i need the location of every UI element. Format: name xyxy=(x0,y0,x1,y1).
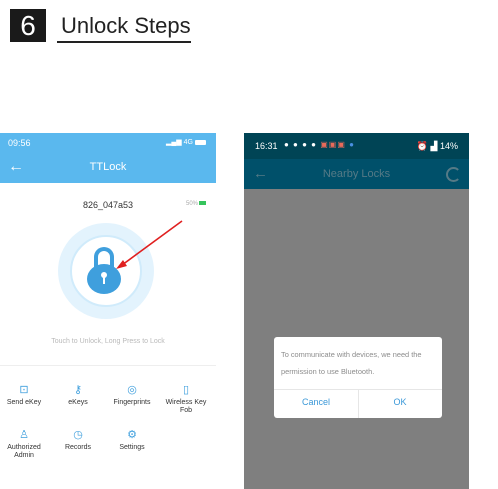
menu-label: Send eKey xyxy=(6,399,42,406)
dialog-message: To communicate with devices, we need the… xyxy=(281,350,422,376)
menu-authorized-admin[interactable]: ♙ Authorized Admin xyxy=(0,429,51,460)
step-title: Unlock Steps xyxy=(61,13,191,38)
unlock-hint: Touch to Unlock, Long Press to Lock xyxy=(51,338,165,345)
bluetooth-permission-dialog: To communicate with devices, we need the… xyxy=(274,337,442,418)
menu-label: Fingerprints xyxy=(113,399,151,406)
key-fob-icon: ▯ xyxy=(182,384,190,396)
authorized-admin-icon: ♙ xyxy=(19,429,29,441)
signal-icon: ▟ xyxy=(430,141,438,151)
status-bar: 16:31 ● ● ● ● ▣▣▣ ● ⏰ ▟ 14% xyxy=(244,133,469,159)
fingerprint-icon: ◎ xyxy=(127,384,137,396)
menu-records[interactable]: ◷ Records xyxy=(51,429,105,452)
menu-fingerprints[interactable]: ◎ Fingerprints xyxy=(105,384,159,407)
title-underline xyxy=(57,41,191,43)
send-ekey-icon: ⊡ xyxy=(19,384,29,396)
menu-ekeys[interactable]: ⚷ eKeys xyxy=(51,384,105,407)
menu-wireless-key-fob[interactable]: ▯ Wireless Key Fob xyxy=(159,384,213,415)
menu-label: eKeys xyxy=(68,399,88,406)
ok-button[interactable]: OK xyxy=(358,397,442,407)
status-battery: 14% xyxy=(439,141,458,151)
notification-icons: ● ● ● ● ▣▣▣ ● xyxy=(284,140,355,149)
records-icon: ◷ xyxy=(73,429,83,441)
menu-label: Authorized Admin xyxy=(7,444,41,459)
nav-bar: ← Nearby Locks xyxy=(244,159,469,189)
status-right: ⏰ ▟ 14% xyxy=(417,141,458,152)
menu-send-ekey[interactable]: ⊡ Send eKey xyxy=(0,384,51,407)
status-time: 16:31 xyxy=(255,141,278,151)
settings-icon: ⚙ xyxy=(127,429,137,441)
loading-spinner-icon xyxy=(446,167,461,182)
alarm-icon: ⏰ xyxy=(416,141,429,151)
nearby-locks-screen: 16:31 ● ● ● ● ▣▣▣ ● ⏰ ▟ 14% ← Nearby Loc… xyxy=(244,133,469,489)
menu-label: Wireless Key Fob xyxy=(165,399,207,414)
ttlock-app-screen: 09:56 ▂▄▆ 4G ← TTLock 826_047a53 50% Tou… xyxy=(0,133,216,489)
cancel-button[interactable]: Cancel xyxy=(274,397,358,407)
menu-label: Records xyxy=(64,444,92,451)
nav-title: Nearby Locks xyxy=(322,168,391,180)
step-number-badge: 6 xyxy=(10,9,46,42)
menu-label: Settings xyxy=(119,444,145,451)
menu-settings[interactable]: ⚙ Settings xyxy=(105,429,159,452)
ekeys-icon: ⚷ xyxy=(73,384,83,396)
annotation-arrow xyxy=(116,220,183,269)
divider xyxy=(0,365,216,366)
